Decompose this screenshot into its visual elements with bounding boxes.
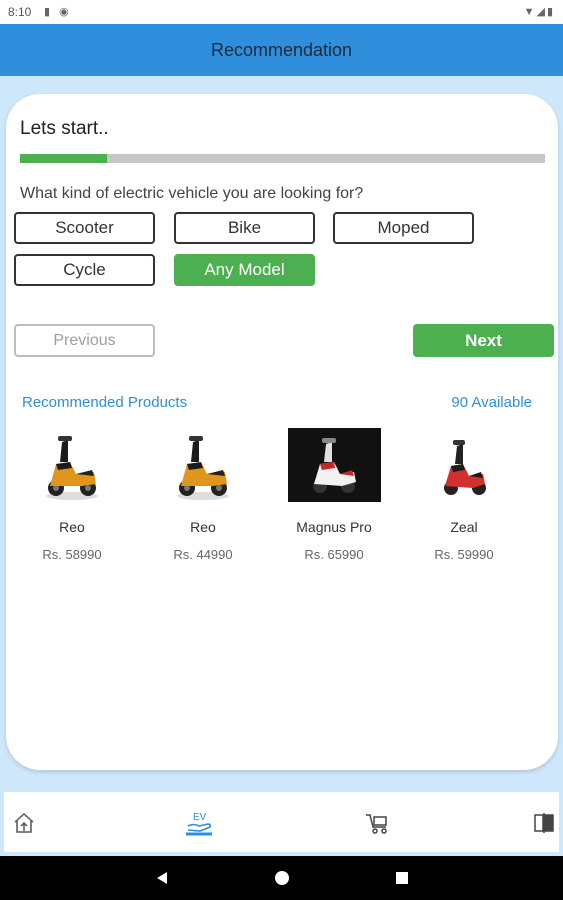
status-time: 8:10 xyxy=(8,5,32,19)
product-price: Rs. 44990 xyxy=(173,547,233,562)
progress-fill xyxy=(20,154,107,163)
product-card[interactable]: Magnus Pro Rs. 65990 xyxy=(269,428,399,562)
svg-text:EV: EV xyxy=(193,812,207,823)
orange-scooter-image xyxy=(157,428,250,502)
product-name: Magnus Pro xyxy=(296,519,372,535)
product-price: Rs. 65990 xyxy=(304,547,364,562)
product-list: Reo Rs. 58990 Reo Rs. 44990 Magnus Pro R… xyxy=(6,428,558,568)
product-name: Reo xyxy=(59,519,85,535)
product-card[interactable]: Reo Rs. 44990 xyxy=(138,428,268,562)
product-name: Zeal xyxy=(450,519,478,535)
option-cycle[interactable]: Cycle xyxy=(14,254,155,286)
red-scooter-image xyxy=(418,428,511,502)
status-bar: 8:10 ▮ ◉ ▼◢▮ xyxy=(0,0,563,24)
option-bike[interactable]: Bike xyxy=(174,212,315,244)
recent-apps-icon[interactable] xyxy=(390,866,414,890)
previous-button[interactable]: Previous xyxy=(14,324,155,357)
home-icon[interactable] xyxy=(6,808,42,838)
available-count[interactable]: 90 Available xyxy=(451,394,532,411)
page-title: Recommendation xyxy=(210,39,353,60)
progress-bar xyxy=(20,154,545,163)
option-moped[interactable]: Moped xyxy=(333,212,474,244)
product-price: Rs. 59990 xyxy=(434,547,494,562)
cart-icon[interactable] xyxy=(360,808,396,838)
product-name: Reo xyxy=(190,519,216,535)
back-icon[interactable] xyxy=(150,866,174,890)
app-bar: Recommendation xyxy=(0,24,563,76)
option-any-model[interactable]: Any Model xyxy=(174,254,315,286)
white-scooter-image xyxy=(287,428,381,502)
recommended-products-title: Recommended Products xyxy=(22,394,188,411)
next-button[interactable]: Next xyxy=(413,324,554,357)
ev-recommend-icon[interactable]: EV xyxy=(181,808,217,838)
home-button-icon[interactable] xyxy=(270,866,294,890)
option-scooter[interactable]: Scooter xyxy=(14,212,155,244)
quiz-heading: Lets start.. xyxy=(20,118,109,139)
product-card[interactable]: Reo Rs. 58990 xyxy=(7,428,137,562)
system-navigation-bar xyxy=(0,856,563,900)
orange-scooter-image xyxy=(26,428,119,502)
product-price: Rs. 58990 xyxy=(42,547,102,562)
question-text: What kind of electric vehicle you are lo… xyxy=(20,185,364,202)
compare-icon[interactable] xyxy=(526,808,562,838)
signal-battery-icons: ▼◢▮ xyxy=(523,6,555,18)
product-card[interactable]: Zeal Rs. 59990 xyxy=(399,428,529,562)
notification-icons: ▮ ◉ xyxy=(44,6,72,18)
recommendation-card: Lets start.. What kind of electric vehic… xyxy=(6,94,558,770)
bottom-navigation: EV xyxy=(4,792,559,852)
